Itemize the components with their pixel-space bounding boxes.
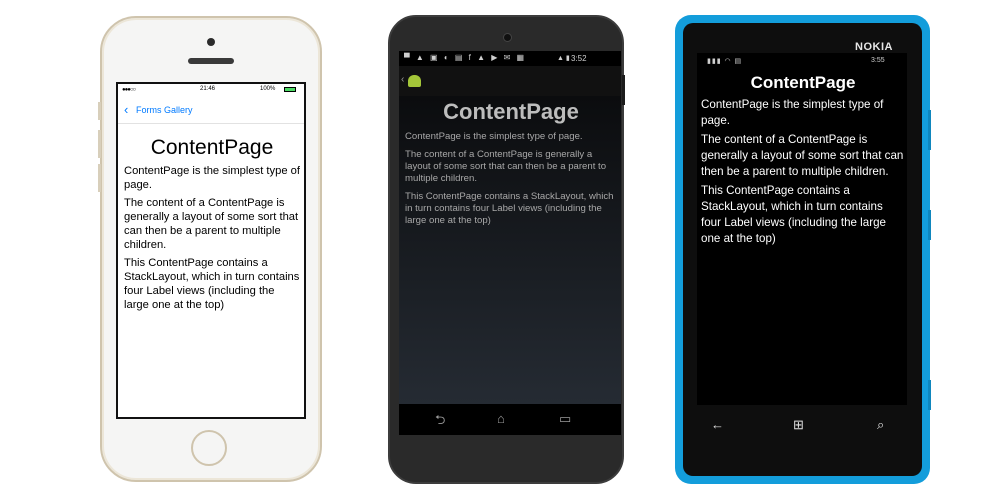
battery-icon — [284, 87, 296, 92]
signal-icon: ▮▮▮ ◠ ▤ — [707, 58, 743, 65]
iphone-device: ●●●○○ 21:46 100% ‹ Forms Gallery Content… — [98, 16, 322, 482]
volume-up-button — [98, 130, 101, 158]
label-1: ContentPage is the simplest type of page… — [124, 165, 300, 191]
wp-screen: ▮▮▮ ◠ ▤ 3:55 ContentPage ContentPage is … — [697, 53, 907, 405]
label-1: ContentPage is the simplest type of page… — [405, 131, 583, 142]
mute-switch — [98, 102, 101, 120]
power-button — [622, 75, 625, 105]
android-status-bar: ▀ ▲ ▣ ◐ ▤ f ▲ ▶ ✉ ▦ ▲ ▮ 3:52 — [399, 51, 621, 66]
notification-icons: ▀ ▲ ▣ ◐ ▤ f ▲ ▶ ✉ ▦ — [404, 53, 527, 62]
back-chevron-icon[interactable]: ‹ — [124, 102, 128, 117]
status-time: 3:55 — [871, 57, 885, 64]
label-2: The content of a ContentPage is generall… — [124, 197, 299, 251]
search-icon[interactable]: ⌕ — [877, 417, 884, 433]
camera-icon — [207, 38, 215, 46]
android-screen: ▀ ▲ ▣ ◐ ▤ f ▲ ▶ ✉ ▦ ▲ ▮ 3:52 ‹ ContentPa… — [399, 51, 621, 435]
label-1: ContentPage is the simplest type of page… — [701, 98, 884, 127]
wp-status-bar: ▮▮▮ ◠ ▤ 3:55 — [697, 53, 907, 67]
android-app-icon[interactable] — [408, 75, 421, 87]
ios-status-bar: ●●●○○ 21:46 100% — [118, 84, 304, 96]
signal-icon: ●●●○○ — [122, 87, 136, 93]
volume-button — [928, 110, 931, 150]
action-bar: ‹ — [399, 66, 621, 96]
windows-start-icon[interactable]: ⊞ — [793, 417, 804, 433]
home-button[interactable] — [191, 430, 227, 466]
back-button[interactable]: Forms Gallery — [136, 105, 193, 115]
status-time: 21:46 — [200, 86, 216, 92]
recents-icon[interactable]: ▭ — [559, 411, 571, 427]
label-3: This ContentPage contains a StackLayout,… — [405, 191, 614, 226]
wp-content: ContentPage ContentPage is the simplest … — [701, 73, 905, 250]
volume-down-button — [98, 164, 101, 192]
android-device: ▀ ▲ ▣ ◐ ▤ f ▲ ▶ ✉ ▦ ▲ ▮ 3:52 ‹ ContentPa… — [388, 15, 625, 484]
camera-icon — [503, 33, 512, 42]
page-title: ContentPage — [443, 99, 579, 124]
label-2: The content of a ContentPage is generall… — [701, 133, 904, 178]
camera-button — [928, 380, 931, 410]
back-arrow-icon[interactable]: ← — [711, 417, 724, 432]
nokia-logo: NOKIA — [855, 41, 893, 53]
label-3: This ContentPage contains a StackLayout,… — [701, 184, 886, 245]
back-icon[interactable]: ⮌ — [435, 411, 445, 433]
home-icon[interactable]: ⌂ — [497, 411, 505, 426]
signal-icon: ▲ ▮ — [557, 55, 570, 62]
battery-percent: 100% — [260, 86, 276, 92]
label-2: The content of a ContentPage is generall… — [405, 149, 607, 184]
up-caret-icon[interactable]: ‹ — [401, 74, 404, 85]
android-content: ContentPage ContentPage is the simplest … — [405, 99, 617, 233]
power-button — [928, 210, 931, 240]
page-title: ContentPage — [150, 136, 274, 159]
ios-content: ContentPage ContentPage is the simplest … — [124, 136, 300, 316]
ios-navigation-bar: ‹ Forms Gallery — [118, 96, 304, 124]
speaker-grille — [188, 58, 234, 64]
android-nav-bar: ⮌ ⌂ ▭ — [399, 404, 621, 435]
wp-nav-bar: ← ⊞ ⌕ — [697, 410, 907, 444]
status-time: 3:52 — [571, 54, 587, 63]
ios-screen: ●●●○○ 21:46 100% ‹ Forms Gallery Content… — [116, 82, 306, 419]
page-title: ContentPage — [750, 73, 856, 92]
label-3: This ContentPage contains a StackLayout,… — [124, 257, 300, 311]
